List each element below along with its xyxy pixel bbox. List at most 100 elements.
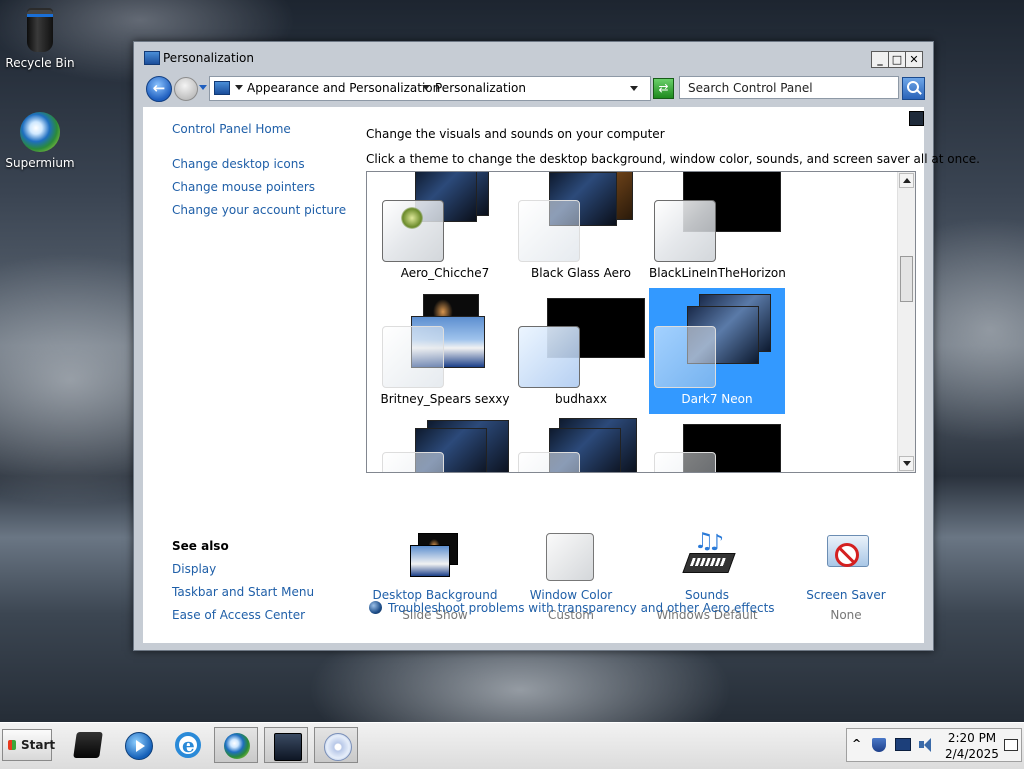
theme-name: budhaxx	[554, 392, 607, 406]
troubleshoot-globe-icon	[369, 601, 382, 614]
theme-glass-swatch	[518, 452, 580, 472]
scroll-down-button[interactable]	[899, 456, 914, 471]
setting-name[interactable]: Window Color	[501, 588, 641, 602]
address-history-dropdown-icon[interactable]	[630, 86, 638, 91]
theme-list[interactable]: Aero_Chicche7 Black Glass Aero BlackLine…	[366, 171, 916, 473]
recent-pages-dropdown-icon[interactable]	[199, 85, 207, 90]
display-link[interactable]: Display	[172, 562, 216, 576]
setting-value: None	[830, 608, 862, 622]
theme-name: Dark7 Neon	[681, 392, 753, 406]
change-account-picture-link[interactable]: Change your account picture	[172, 203, 346, 217]
taskbar-item-media-player[interactable]	[116, 727, 160, 763]
theme-tile[interactable]: budhaxx	[513, 288, 649, 414]
navigation-bar: ← Appearance and Personalization Persona…	[143, 75, 925, 102]
taskbar-item-internet-explorer[interactable]	[166, 727, 210, 763]
theme-glass-swatch	[382, 200, 444, 262]
page-title: Change the visuals and sounds on your co…	[366, 127, 665, 141]
taskbar-item-personalization[interactable]	[264, 727, 308, 763]
desktop-icon-label: Recycle Bin	[5, 56, 75, 70]
desktop-icon-label: Supermium	[5, 156, 75, 170]
control-panel-icon	[144, 51, 160, 65]
theme-name: Britney_Spears sexxy	[380, 392, 510, 406]
setting-name[interactable]: Desktop Background	[365, 588, 505, 602]
setting-name[interactable]: Screen Saver	[776, 588, 916, 602]
scroll-thumb[interactable]	[900, 256, 913, 302]
screen-saver-none-icon	[821, 531, 871, 581]
desktop-icon-supermium[interactable]: Supermium	[0, 112, 80, 170]
theme-glass-swatch	[382, 326, 444, 388]
personalization-window: Personalization _ □ ✕ ← Appearance and P…	[133, 41, 980, 651]
address-bar[interactable]: Appearance and Personalization Personali…	[209, 76, 651, 101]
window-title: Personalization	[163, 51, 254, 65]
start-button[interactable]: Start	[2, 729, 56, 761]
theme-tile[interactable]: BlackLineInTheHorizon	[649, 172, 786, 288]
theme-glass-swatch	[382, 452, 444, 472]
forward-button[interactable]	[174, 77, 198, 101]
taskbar: Start ^ 2:20 PM 2/4/2025	[0, 722, 1024, 769]
scroll-up-button[interactable]	[899, 173, 914, 188]
breadcrumb-chevron-icon[interactable]	[422, 85, 430, 90]
theme-tile[interactable]: Black Glass Aero	[513, 172, 649, 288]
disc-app-icon	[324, 733, 352, 761]
show-hidden-icons-chevron[interactable]: ^	[852, 737, 861, 750]
page-description: Click a theme to change the desktop back…	[366, 152, 980, 166]
back-button[interactable]: ←	[146, 76, 172, 102]
ease-of-access-link[interactable]: Ease of Access Center	[172, 608, 305, 622]
show-desktop-icon[interactable]	[1004, 739, 1018, 751]
media-player-icon	[125, 732, 153, 760]
refresh-button[interactable]: ⇄	[653, 78, 674, 99]
volume-icon[interactable]	[918, 738, 932, 752]
control-panel-home-link[interactable]: Control Panel Home	[172, 122, 291, 136]
search-icon[interactable]	[902, 77, 925, 100]
sounds-keyboard-notes-icon: ♫ ♪	[682, 531, 736, 581]
taskbar-item-explorer[interactable]	[66, 727, 110, 763]
theme-tile[interactable]	[377, 416, 513, 472]
theme-glass-swatch	[518, 326, 580, 388]
windows-flag-icon	[8, 740, 16, 750]
maximize-button[interactable]: □	[888, 51, 906, 68]
start-label: Start	[21, 738, 56, 752]
theme-tile[interactable]: Britney_Spears sexxy	[377, 288, 513, 414]
clock-time[interactable]: 2:20 PM	[944, 731, 1000, 745]
theme-glass-swatch	[654, 326, 716, 388]
minimize-button[interactable]: _	[871, 51, 889, 68]
taskbar-item-supermium[interactable]	[214, 727, 258, 763]
theme-list-scrollbar[interactable]	[897, 172, 915, 472]
desktop-icon-recycle-bin[interactable]: Recycle Bin	[0, 10, 80, 70]
theme-tile[interactable]	[649, 416, 785, 472]
breadcrumb-personalization[interactable]: Personalization	[435, 81, 526, 95]
troubleshoot-aero-link[interactable]: Troubleshoot problems with transparency …	[388, 601, 775, 615]
theme-glass-swatch	[654, 452, 716, 472]
system-tray: ^ 2:20 PM 2/4/2025	[846, 728, 1022, 762]
recycle-bin-icon	[27, 10, 53, 52]
close-button[interactable]: ✕	[905, 51, 923, 68]
change-desktop-icons-link[interactable]: Change desktop icons	[172, 157, 305, 171]
theme-name: BlackLineInTheHorizon	[649, 266, 786, 280]
file-explorer-icon	[73, 732, 103, 758]
breadcrumb-chevron-icon[interactable]	[235, 85, 243, 90]
supermium-browser-icon	[20, 112, 60, 152]
breadcrumb-appearance[interactable]: Appearance and Personalization	[247, 81, 440, 95]
change-mouse-pointers-link[interactable]: Change mouse pointers	[172, 180, 315, 194]
window-color-icon	[546, 533, 594, 581]
clock-date[interactable]: 2/4/2025	[944, 747, 1000, 761]
supermium-browser-icon	[224, 733, 250, 759]
taskbar-start-menu-link[interactable]: Taskbar and Start Menu	[172, 585, 314, 599]
help-icon[interactable]	[909, 111, 924, 126]
theme-name: Black Glass Aero	[531, 266, 631, 280]
title-bar[interactable]: Personalization _ □ ✕	[134, 42, 933, 68]
theme-tile[interactable]	[513, 416, 649, 472]
search-input[interactable]: Search Control Panel	[679, 76, 899, 99]
network-icon[interactable]	[895, 738, 911, 751]
security-shield-icon[interactable]	[872, 738, 886, 752]
internet-explorer-icon	[175, 732, 201, 758]
theme-name: Aero_Chicche7	[400, 266, 490, 280]
setting-name[interactable]: Sounds	[637, 588, 777, 602]
theme-tile-selected[interactable]: Dark7 Neon	[649, 288, 785, 414]
personalization-window-icon	[274, 733, 302, 761]
content-pane: Control Panel Home Change desktop icons …	[143, 107, 980, 643]
theme-tile[interactable]: Aero_Chicche7	[377, 172, 513, 288]
theme-glass-swatch	[518, 200, 580, 262]
taskbar-item-disc[interactable]	[314, 727, 358, 763]
see-also-heading: See also	[172, 539, 229, 553]
